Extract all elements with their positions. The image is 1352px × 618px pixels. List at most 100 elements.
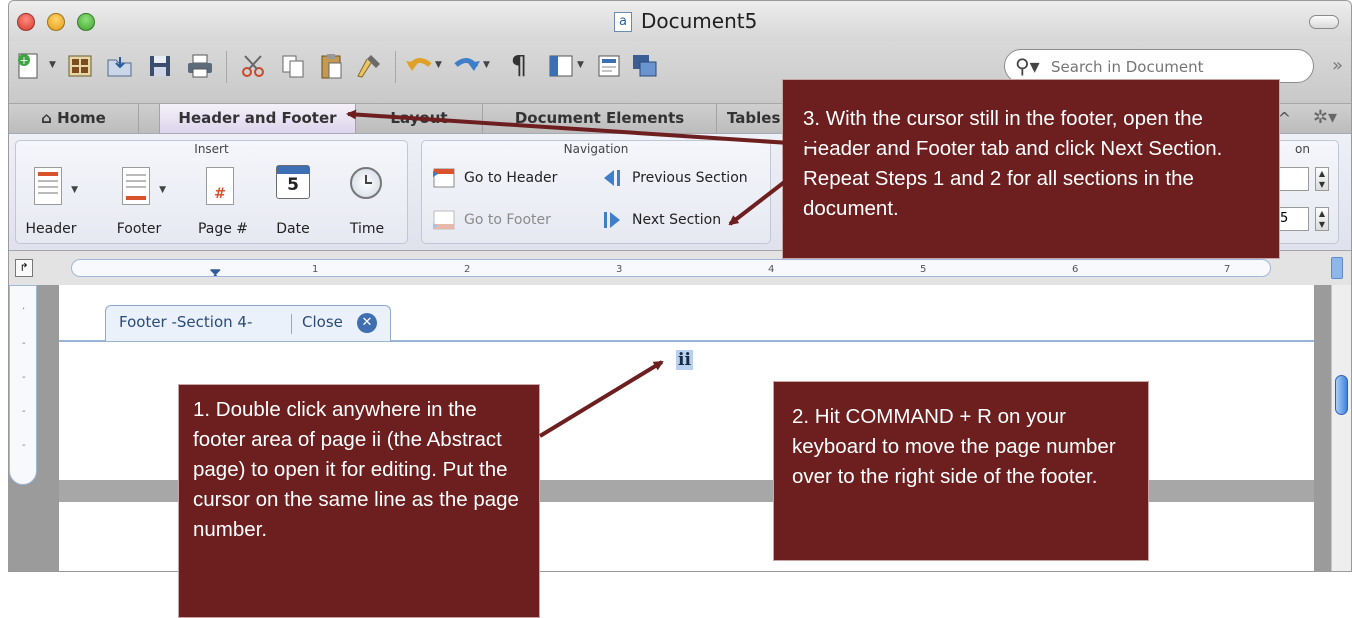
view-ruler-toggle[interactable]	[1331, 257, 1343, 279]
tab-home-label: Home	[57, 109, 106, 127]
page-number-text[interactable]: ii	[676, 350, 693, 370]
page-number-icon: #	[206, 167, 234, 205]
redo-dropdown-icon[interactable]: ▼	[483, 60, 490, 70]
search-icon[interactable]: ⚲▾	[1015, 54, 1040, 78]
vertical-ruler[interactable]: · - - - -	[9, 285, 37, 485]
open-folder-icon[interactable]	[104, 49, 136, 83]
next-section-button[interactable]: Next Section	[600, 207, 721, 233]
zoom-window-button[interactable]	[77, 13, 95, 31]
vertical-scrollbar[interactable]	[1331, 285, 1351, 571]
horizontal-ruler[interactable]: 1 2 3 4 5 6 7 ⧗	[71, 259, 1271, 277]
group-title-navigation: Navigation	[563, 142, 629, 156]
redo-icon[interactable]	[451, 49, 483, 83]
date-button[interactable]: 5 Date	[262, 161, 324, 241]
gear-icon[interactable]: ✲▾	[1313, 107, 1337, 128]
callout-step-1: 1. Double click anywhere in the footer a…	[178, 384, 540, 618]
previous-section-label: Previous Section	[632, 170, 748, 186]
svg-text:+: +	[19, 54, 28, 67]
footer-position-field[interactable]: 5	[1275, 207, 1309, 231]
title-bar: a Document5	[9, 1, 1351, 41]
time-button[interactable]: Time	[336, 161, 398, 241]
vruler-mark: ·	[22, 304, 26, 315]
document-icon: a	[614, 12, 632, 32]
scrollbar-thumb[interactable]	[1335, 375, 1348, 415]
header-position-stepper[interactable]: ▲ ▼	[1315, 167, 1329, 191]
tab-layout[interactable]: Layout	[356, 104, 483, 134]
search-input[interactable]	[1051, 57, 1301, 77]
undo-icon[interactable]	[403, 49, 435, 83]
sidebar-icon[interactable]	[545, 49, 577, 83]
gallery-icon[interactable]	[64, 49, 96, 83]
indent-marker-icon[interactable]: ⧗	[209, 264, 222, 276]
ruler-mark: 4	[768, 264, 775, 275]
group-title-insert: Insert	[194, 142, 229, 156]
ruler-mark: 2	[464, 264, 471, 275]
close-icon[interactable]: ✕	[357, 313, 377, 333]
footer-section-label: Footer -Section 4-	[119, 313, 253, 331]
close-window-button[interactable]	[17, 13, 35, 31]
page-number-button-label: Page #	[197, 221, 249, 237]
next-section-icon	[600, 210, 626, 230]
header-position-field[interactable]	[1275, 167, 1309, 191]
toolbar-overflow-icon[interactable]: »	[1332, 55, 1343, 76]
media-browser-icon[interactable]	[629, 49, 661, 83]
footer-dropdown-icon: ▼	[159, 185, 166, 195]
toolbox-icon[interactable]	[593, 49, 625, 83]
footer-close-button[interactable]: Close	[302, 313, 343, 331]
minimize-window-button[interactable]	[47, 13, 65, 31]
window-title: Document5	[641, 9, 758, 33]
cut-icon[interactable]	[237, 49, 269, 83]
footer-button[interactable]: ▼ Footer	[108, 161, 170, 241]
footer-icon	[122, 167, 150, 205]
header-dropdown-icon: ▼	[71, 185, 78, 195]
save-icon[interactable]	[144, 49, 176, 83]
footer-section-tab: Footer -Section 4- Close ✕	[105, 305, 391, 341]
go-to-header-label: Go to Header	[464, 170, 558, 186]
date-button-label: Date	[276, 221, 310, 237]
new-document-icon[interactable]: +	[13, 49, 45, 83]
ruler-mark: 1	[312, 264, 319, 275]
go-to-header-button[interactable]: Go to Header	[432, 165, 557, 191]
new-dropdown-icon[interactable]: ▼	[49, 60, 56, 70]
ruler-mark: 5	[920, 264, 927, 275]
tab-stop-selector[interactable]: ↱	[15, 259, 33, 277]
toolbar-toggle-button[interactable]	[1309, 15, 1339, 29]
undo-dropdown-icon[interactable]: ▼	[435, 60, 442, 70]
home-icon: ⌂	[41, 109, 58, 127]
print-icon[interactable]	[184, 49, 216, 83]
paste-icon[interactable]	[315, 49, 347, 83]
ribbon-group-insert: Insert ▼ Header ▼ Footer # Page # 5 Date…	[15, 140, 408, 244]
footer-position-stepper[interactable]: ▲ ▼	[1315, 207, 1329, 231]
go-to-footer-icon	[432, 210, 458, 230]
ruler-mark: 3	[616, 264, 623, 275]
ribbon-group-navigation: Navigation Go to Header Go to Footer Pre…	[421, 140, 771, 244]
ruler-mark: 7	[1224, 264, 1231, 275]
previous-section-icon	[600, 168, 626, 188]
format-painter-icon[interactable]	[353, 49, 385, 83]
search-box[interactable]: ⚲▾	[1004, 49, 1314, 83]
tab-header-and-footer[interactable]: Header and Footer	[159, 104, 356, 134]
screenshot-stage: a Document5 + ▼ ▼ ▼ ¶ ▼ ⚲▾ Search in Doc…	[0, 0, 1352, 618]
go-to-header-icon	[432, 168, 458, 188]
toolbar-separator	[395, 51, 396, 83]
vruler-mark: -	[22, 406, 26, 417]
page-number-button[interactable]: # Page #	[192, 161, 254, 241]
go-to-footer-button[interactable]: Go to Footer	[432, 207, 551, 233]
ruler-mark: 6	[1072, 264, 1079, 275]
time-button-label: Time	[349, 221, 385, 237]
header-button-label: Header	[25, 221, 77, 237]
header-button[interactable]: ▼ Header	[20, 161, 82, 241]
previous-section-button[interactable]: Previous Section	[600, 165, 748, 191]
callout-step-3: 3. With the cursor still in the footer, …	[782, 79, 1280, 259]
tab-home[interactable]: ⌂ Home	[9, 104, 139, 134]
toolbar-separator	[226, 51, 227, 83]
pilcrow-icon[interactable]: ¶	[503, 49, 535, 83]
sidebar-dropdown-icon[interactable]: ▼	[577, 60, 584, 70]
callout-step-2: 2. Hit COMMAND + R on your keyboard to m…	[773, 381, 1149, 561]
calendar-icon: 5	[276, 165, 310, 199]
vruler-mark: -	[22, 440, 26, 451]
go-to-footer-label: Go to Footer	[464, 212, 551, 228]
footer-tab-divider	[291, 314, 292, 334]
tab-document-elements[interactable]: Document Elements	[483, 104, 717, 134]
copy-icon[interactable]	[277, 49, 309, 83]
